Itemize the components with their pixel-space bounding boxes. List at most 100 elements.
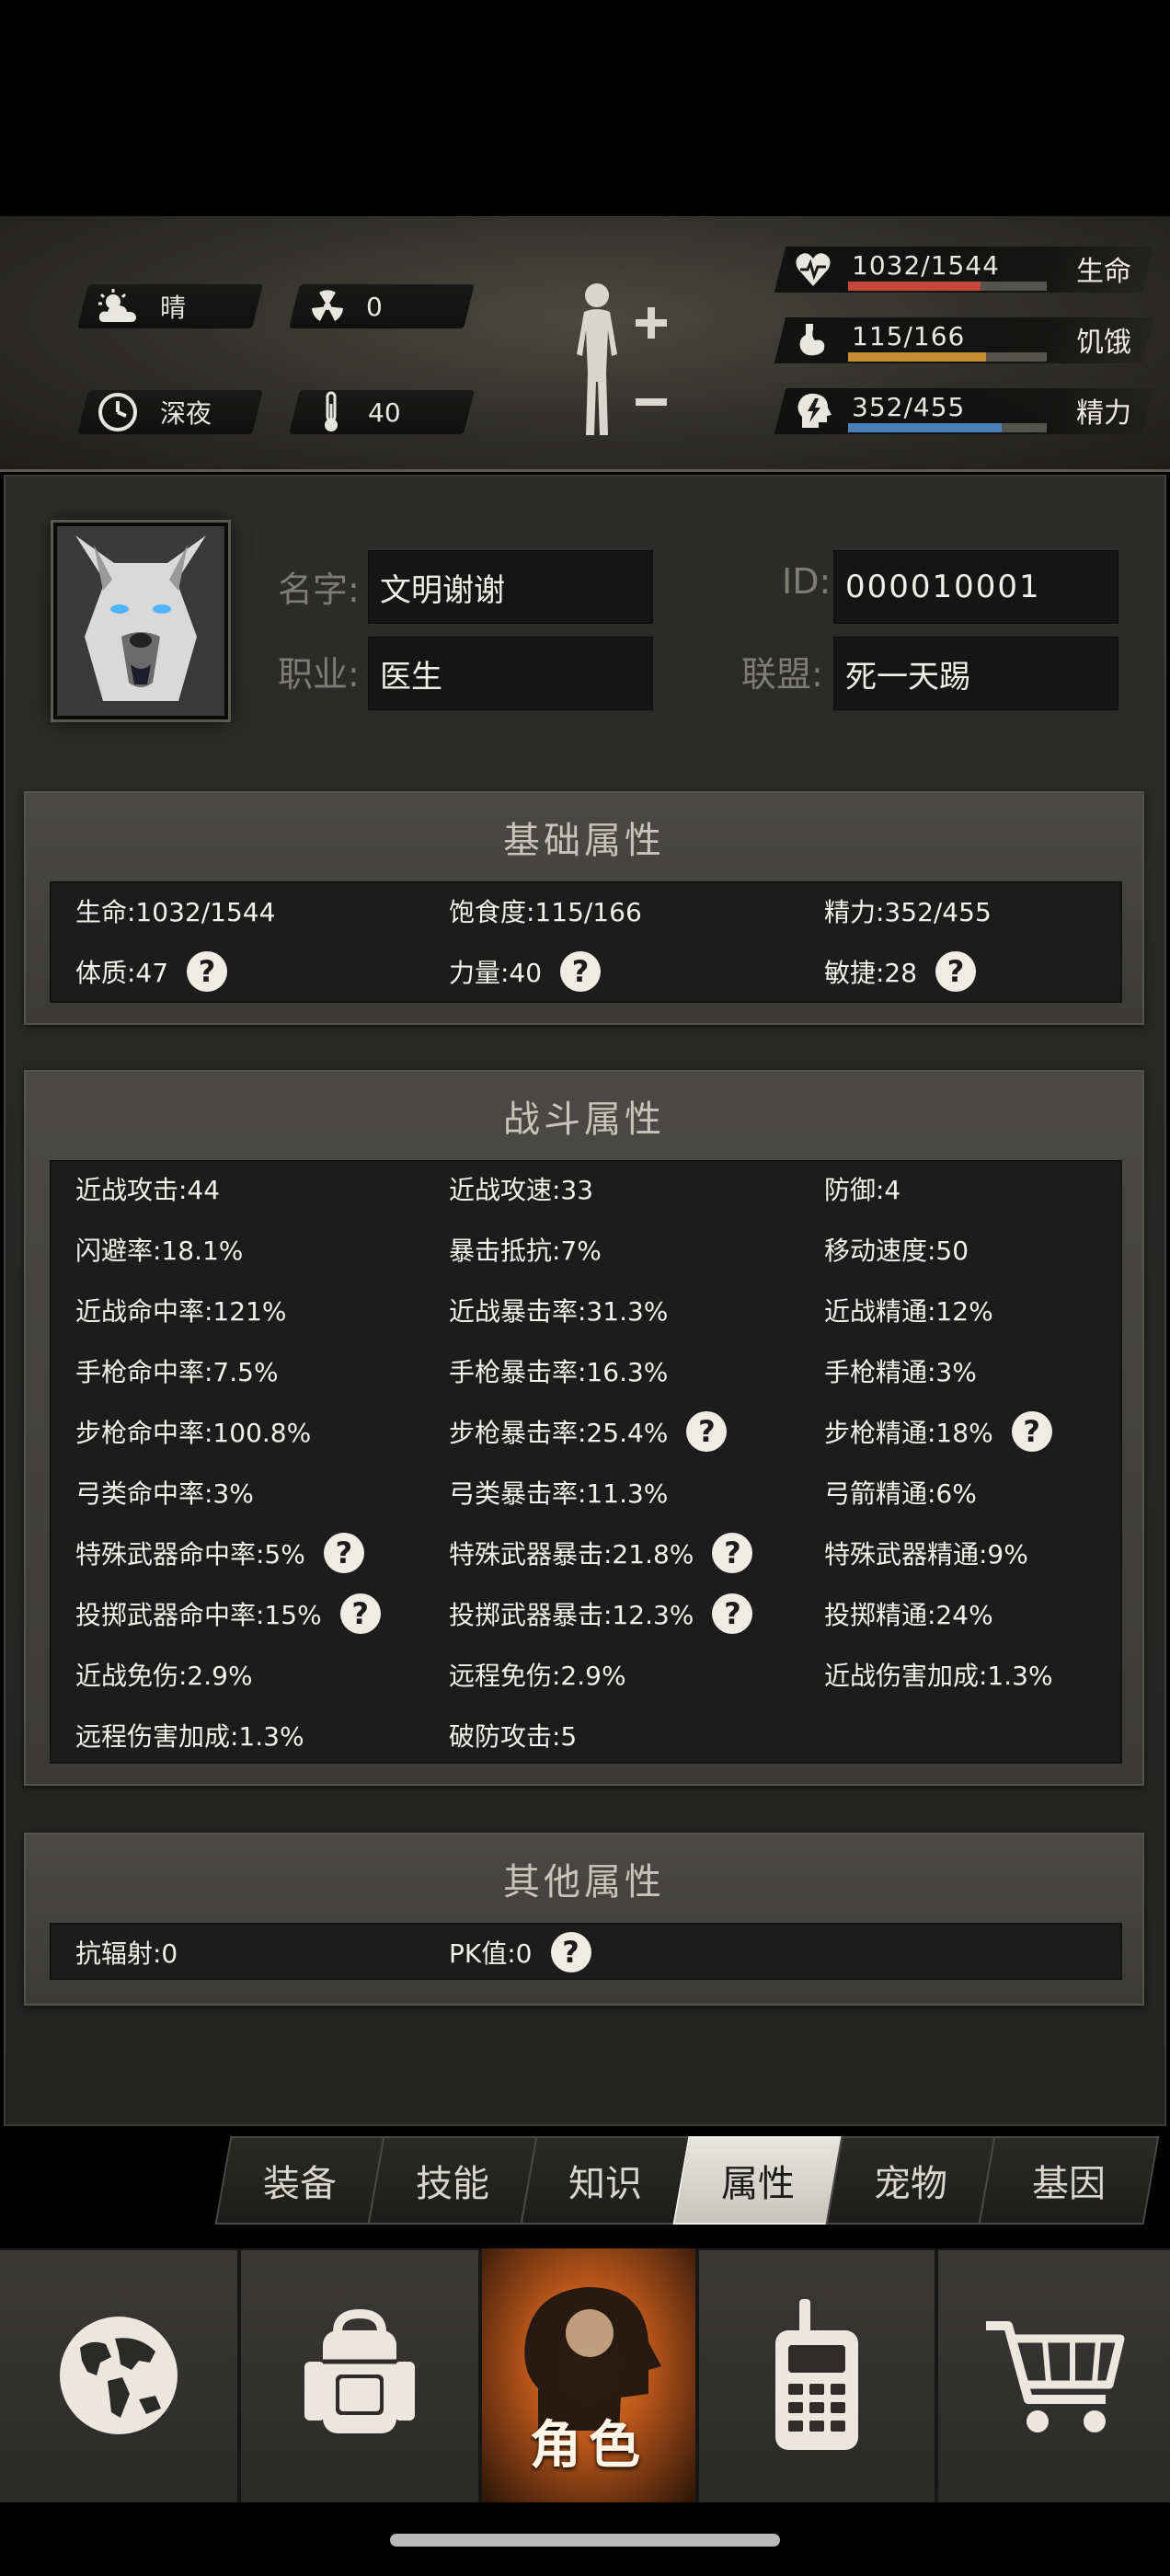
nav-backpack[interactable] [241, 2248, 478, 2502]
energy-head-icon [797, 393, 832, 428]
attr-pk-row: PK值:0? [449, 1932, 591, 1972]
help-rifle-crit-button[interactable]: ? [686, 1411, 728, 1452]
help-pk-button[interactable]: ? [550, 1932, 591, 1972]
attr-move-speed: 移动速度:50 [824, 1236, 969, 1266]
help-throw-hit-button[interactable]: ? [339, 1593, 381, 1634]
health-bar [848, 282, 1047, 291]
tab-genes[interactable]: 基因 [986, 2136, 1152, 2225]
attr-pistol-crit: 手枪暴击率:16.3% [449, 1357, 669, 1387]
combat-attributes-title: 战斗属性 [503, 1098, 665, 1141]
attr-defense: 防御:4 [824, 1175, 901, 1205]
attr-strength-row: 力量:40? [449, 951, 602, 992]
nav-shop[interactable] [938, 2248, 1170, 2502]
attr-constitution: 体质:47 [75, 958, 169, 988]
attr-bow-crit: 弓类暴击率:11.3% [449, 1478, 669, 1509]
alliance-field: 死一天踢 [833, 637, 1118, 710]
attr-armor-break: 破防攻击:5 [449, 1721, 578, 1752]
other-attributes-section: 其他属性 [24, 1833, 1144, 2006]
attr-agility: 敏捷:28 [824, 958, 918, 988]
help-constitution-button[interactable]: ? [187, 951, 228, 992]
tab-equipment[interactable]: 装备 [223, 2136, 377, 2225]
vital-energy: 352/455 精力 [774, 388, 1154, 434]
backpack-icon [304, 2308, 415, 2433]
attr-melee-speed: 近战攻速:33 [449, 1175, 594, 1205]
attr-agility-row: 敏捷:28? [824, 951, 977, 992]
tab-skills[interactable]: 技能 [375, 2136, 530, 2225]
attr-bow-mastery: 弓箭精通:6% [824, 1478, 977, 1509]
attr-satiety: 饱食度:115/166 [449, 897, 642, 927]
attr-radiation-resist: 抗辐射:0 [75, 1938, 178, 1969]
hunger-bar [848, 352, 1047, 362]
health-value: 1032/1544 [852, 250, 1000, 281]
nav-character[interactable]: 角色 [482, 2248, 695, 2502]
help-throw-crit-button[interactable]: ? [712, 1593, 753, 1634]
attr-ranged-damage-bonus: 远程伤害加成:1.3% [75, 1721, 304, 1752]
basic-attributes-title: 基础属性 [503, 820, 665, 862]
attr-crit-resist: 暴击抵抗:7% [449, 1236, 602, 1266]
time-of-day-value: 深夜 [160, 398, 212, 429]
tab-knowledge[interactable]: 知识 [528, 2136, 682, 2225]
nav-character-label: 角色 [530, 2416, 648, 2476]
attr-throw-mastery: 投掷精通:24% [824, 1600, 993, 1630]
avatar[interactable] [53, 523, 228, 719]
attr-rifle-hit: 步枪命中率:100.8% [75, 1418, 312, 1448]
energy-bar [848, 423, 1047, 432]
vital-hunger: 115/166 饥饿 [774, 317, 1154, 363]
attr-throw-crit-row: 投掷武器暴击:12.3%? [449, 1593, 753, 1634]
attr-ranged-reduction: 远程免伤:2.9% [449, 1661, 626, 1691]
wolf-portrait-icon [57, 526, 224, 716]
temperature-pill: 40 [309, 390, 401, 434]
attr-rifle-crit: 步枪暴击率:25.4% [449, 1418, 669, 1448]
tab-pets[interactable]: 宠物 [833, 2136, 988, 2225]
tab-attributes[interactable]: 属性 [681, 2136, 835, 2225]
id-field: 000010001 [833, 550, 1118, 624]
vital-health: 1032/1544 生命 [774, 247, 1154, 293]
attr-special-crit: 特殊武器暴击:21.8% [449, 1539, 694, 1570]
attr-throw-hit-row: 投掷武器命中率:15%? [75, 1593, 381, 1634]
attr-rifle-mastery-row: 步枪精通:18%? [824, 1411, 1052, 1452]
attr-melee-crit: 近战暴击率:31.3% [449, 1296, 669, 1327]
attr-special-crit-row: 特殊武器暴击:21.8%? [449, 1533, 753, 1573]
nav-radio[interactable] [699, 2248, 935, 2502]
help-special-hit-button[interactable]: ? [323, 1533, 364, 1573]
nav-world-map[interactable] [0, 2248, 237, 2502]
attr-constitution-row: 体质:47? [75, 951, 228, 992]
help-rifle-mastery-button[interactable]: ? [1011, 1411, 1052, 1452]
help-special-crit-button[interactable]: ? [712, 1533, 753, 1573]
partly-cloudy-icon [96, 284, 140, 328]
health-label: 生命 [1076, 256, 1131, 288]
weather-pill: 晴 [96, 284, 186, 328]
attr-dodge: 闪避率:18.1% [75, 1236, 244, 1266]
help-agility-button[interactable]: ? [935, 951, 977, 992]
attr-rifle-mastery: 步枪精通:18% [824, 1418, 993, 1448]
attr-pk-value: PK值:0 [449, 1938, 533, 1969]
attr-melee-hit: 近战命中率:121% [75, 1296, 287, 1327]
home-indicator [390, 2534, 780, 2547]
body-status-button[interactable] [566, 281, 676, 446]
attr-melee-reduction: 近战免伤:2.9% [75, 1661, 253, 1691]
job-field: 医生 [368, 637, 653, 710]
attr-special-hit-row: 特殊武器命中率:5%? [75, 1533, 364, 1573]
energy-label: 精力 [1076, 397, 1131, 430]
hunger-value: 115/166 [852, 321, 966, 351]
thermometer-icon [309, 390, 353, 434]
radiation-pill: 0 [305, 284, 383, 328]
id-label: ID: [782, 561, 832, 602]
attr-rifle-crit-row: 步枪暴击率:25.4%? [449, 1411, 728, 1452]
attr-energy: 精力:352/455 [824, 897, 992, 927]
attr-special-mastery: 特殊武器精通:9% [824, 1539, 1028, 1570]
attr-throw-crit: 投掷武器暴击:12.3% [449, 1600, 694, 1630]
attr-melee-attack: 近战攻击:44 [75, 1175, 221, 1205]
attr-health: 生命:1032/1544 [75, 897, 276, 927]
attr-melee-damage-bonus: 近战伤害加成:1.3% [824, 1661, 1053, 1691]
time-pill: 深夜 [96, 390, 212, 434]
radiation-icon [305, 284, 350, 328]
shopping-cart-icon [986, 2321, 1125, 2432]
radiation-value: 0 [366, 291, 383, 322]
walkie-talkie-icon [775, 2299, 858, 2450]
attr-bow-hit: 弓类命中率:3% [75, 1478, 254, 1509]
heart-icon [796, 253, 831, 286]
clock-icon [96, 390, 140, 434]
help-strength-button[interactable]: ? [560, 951, 602, 992]
attr-strength: 力量:40 [449, 958, 543, 988]
